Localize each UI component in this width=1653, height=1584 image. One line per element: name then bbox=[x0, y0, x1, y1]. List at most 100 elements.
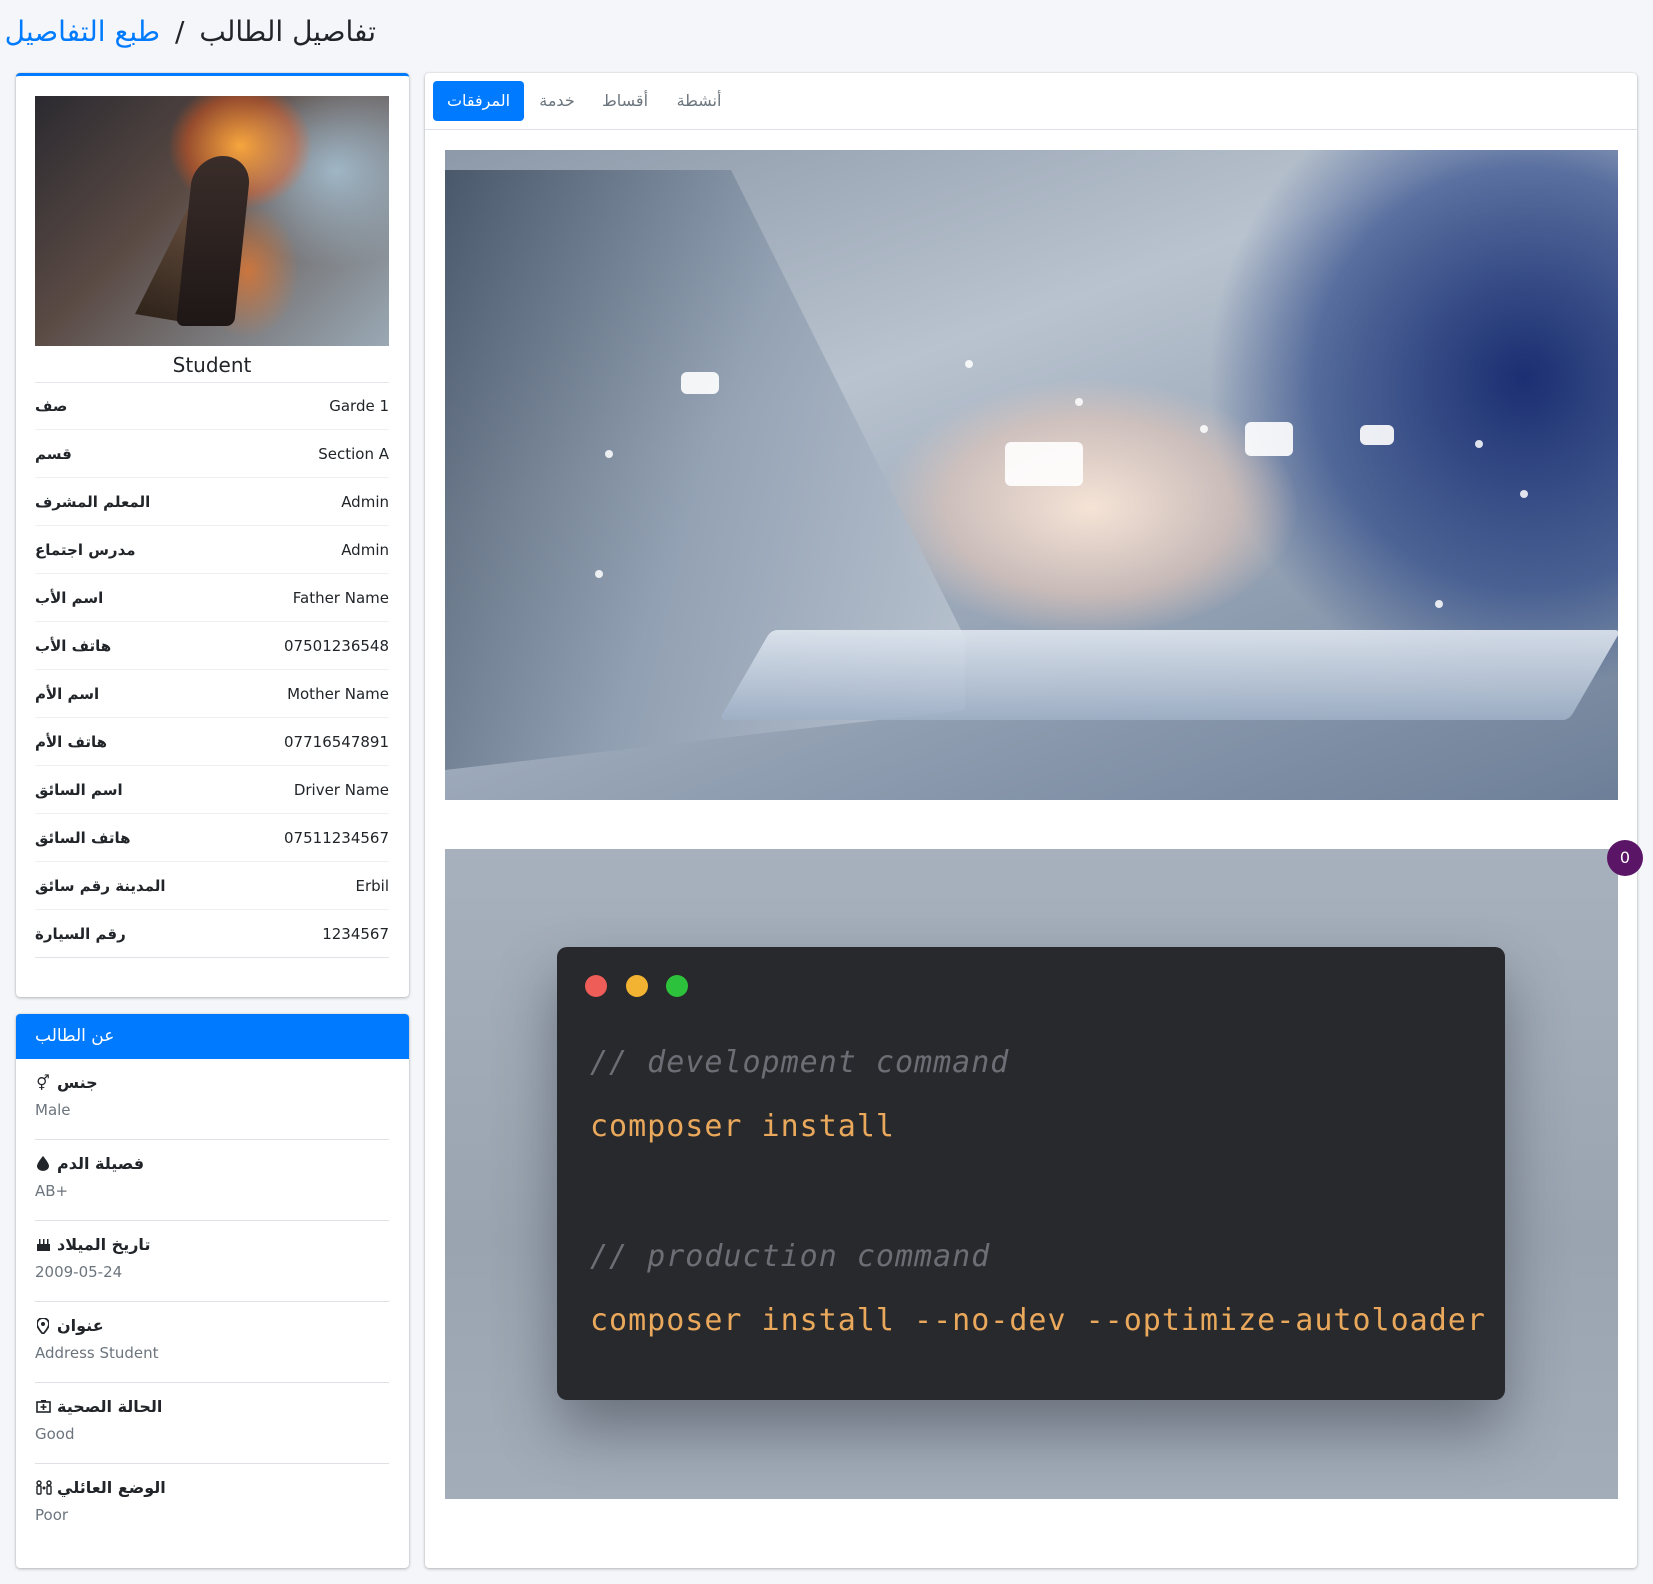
image-sparkle bbox=[595, 570, 603, 578]
medical-kit-icon bbox=[35, 1399, 51, 1415]
info-label: اسم الأم bbox=[35, 685, 100, 703]
info-value: Father Name bbox=[292, 589, 389, 607]
about-item-address: عنوان Address Student bbox=[35, 1302, 389, 1383]
profile-card: Student صف Garde 1 قسم Section A المعلم … bbox=[16, 73, 409, 997]
close-dot-icon bbox=[585, 975, 607, 997]
image-sparkle bbox=[1435, 600, 1443, 608]
about-label: جنس bbox=[57, 1073, 98, 1092]
image-sparkle bbox=[1200, 425, 1208, 433]
about-label: تاريخ الميلاد bbox=[57, 1235, 151, 1254]
info-row-supervisor: المعلم المشرف Admin bbox=[35, 478, 389, 526]
info-label: مدرس اجتماع bbox=[35, 541, 136, 559]
image-sparkle bbox=[605, 450, 613, 458]
maximize-dot-icon bbox=[666, 975, 688, 997]
info-row-father-phone: هاتف الأب 07501236548 bbox=[35, 622, 389, 670]
about-value: Poor bbox=[35, 1506, 69, 1524]
code-line: // production command bbox=[590, 1239, 991, 1274]
tab-attachments[interactable]: المرفقات bbox=[433, 81, 524, 121]
tab-activities[interactable]: أنشطة bbox=[669, 81, 729, 121]
attachments-card: المرفقات خدمة أقساط أنشطة // development… bbox=[425, 73, 1637, 1568]
info-value: 07511234567 bbox=[284, 829, 389, 847]
image-sparkle bbox=[1075, 398, 1083, 406]
student-photo bbox=[35, 96, 389, 346]
tab-service[interactable]: خدمة bbox=[532, 81, 582, 121]
info-row-driver-phone: هاتف السائق 07511234567 bbox=[35, 814, 389, 862]
code-terminal-window: // development command composer install … bbox=[557, 947, 1505, 1400]
about-value: 2009-05-24 bbox=[35, 1263, 123, 1281]
about-label: فصيلة الدم bbox=[57, 1154, 145, 1173]
info-value: Admin bbox=[341, 493, 389, 511]
info-label: هاتف الأب bbox=[35, 637, 112, 655]
tab-installments[interactable]: أقساط bbox=[595, 81, 655, 121]
about-label: الحالة الصحية bbox=[57, 1397, 163, 1416]
about-item-family-status: الوضع العائلي Poor bbox=[35, 1464, 389, 1545]
print-details-link[interactable]: طبع التفاصيل bbox=[5, 15, 160, 48]
about-label: الوضع العائلي bbox=[57, 1478, 166, 1497]
image-chat-bubble bbox=[681, 372, 719, 394]
code-line: // development command bbox=[590, 1045, 1010, 1080]
tab-bar: المرفقات خدمة أقساط أنشطة bbox=[425, 73, 1637, 130]
page-title: تفاصيل الطالب / طبع التفاصيل bbox=[5, 10, 376, 54]
image-laptop-keyboard bbox=[719, 630, 1618, 720]
about-item-birthdate: تاريخ الميلاد 2009-05-24 bbox=[35, 1221, 389, 1302]
info-label: صف bbox=[35, 397, 68, 415]
info-value: Admin bbox=[341, 541, 389, 559]
info-row-driver-name: اسم السائق Driver Name bbox=[35, 766, 389, 814]
code-line: composer install bbox=[590, 1109, 895, 1144]
breadcrumb-separator: / bbox=[175, 15, 185, 48]
info-label: اسم السائق bbox=[35, 781, 123, 799]
image-sparkle bbox=[1475, 440, 1483, 448]
about-item-gender: ⚥ جنس Male bbox=[35, 1059, 389, 1140]
image-chat-bubble bbox=[1245, 422, 1293, 456]
info-row-mother-phone: هاتف الأم 07716547891 bbox=[35, 718, 389, 766]
notification-badge[interactable]: 0 bbox=[1607, 840, 1643, 876]
map-pin-icon bbox=[35, 1316, 51, 1335]
info-value: 07501236548 bbox=[284, 637, 389, 655]
gender-icon: ⚥ bbox=[36, 1073, 50, 1092]
info-label: المعلم المشرف bbox=[35, 493, 151, 511]
about-card-title: عن الطالب bbox=[16, 1014, 409, 1059]
student-name: Student bbox=[35, 348, 389, 383]
info-row-city: المدينة رقم سائق Erbil bbox=[35, 862, 389, 910]
code-line: composer install --no-dev --optimize-aut… bbox=[590, 1303, 1486, 1338]
info-row-father-name: اسم الأب Father Name bbox=[35, 574, 389, 622]
about-value: Good bbox=[35, 1425, 75, 1443]
about-item-blood-type: فصيلة الدم AB+ bbox=[35, 1140, 389, 1221]
about-value: Male bbox=[35, 1101, 71, 1119]
about-value: Address Student bbox=[35, 1344, 159, 1362]
info-value: Garde 1 bbox=[329, 397, 389, 415]
page-heading: تفاصيل الطالب bbox=[199, 15, 376, 48]
info-value: 1234567 bbox=[322, 925, 389, 943]
info-label: قسم bbox=[35, 445, 72, 463]
photo-figure-shape bbox=[176, 156, 252, 326]
info-label: اسم الأب bbox=[35, 589, 104, 607]
info-value: Section A bbox=[318, 445, 389, 463]
info-row-car-number: رقم السيارة 1234567 bbox=[35, 910, 389, 958]
info-value: Driver Name bbox=[293, 781, 389, 799]
image-chat-bubble bbox=[1005, 442, 1083, 486]
about-student-card: عن الطالب ⚥ جنس Male فصيلة الدم AB+ تاري… bbox=[16, 1014, 409, 1568]
info-value: Mother Name bbox=[287, 685, 389, 703]
info-value: Erbil bbox=[355, 877, 389, 895]
image-sparkle bbox=[1520, 490, 1528, 498]
info-row-grade: صف Garde 1 bbox=[35, 382, 389, 430]
about-value: AB+ bbox=[35, 1182, 69, 1200]
attachment-image-code[interactable]: // development command composer install … bbox=[445, 849, 1618, 1499]
info-row-social-teacher: مدرس اجتماع Admin bbox=[35, 526, 389, 574]
info-row-mother-name: اسم الأم Mother Name bbox=[35, 670, 389, 718]
about-item-health: الحالة الصحية Good bbox=[35, 1383, 389, 1464]
about-label: عنوان bbox=[57, 1316, 104, 1335]
info-label: هاتف الأم bbox=[35, 733, 108, 751]
attachment-image-laptop[interactable] bbox=[445, 150, 1618, 800]
info-label: المدينة رقم سائق bbox=[35, 877, 166, 895]
info-label: رقم السيارة bbox=[35, 925, 126, 943]
minimize-dot-icon bbox=[626, 975, 648, 997]
family-icon bbox=[35, 1479, 52, 1496]
blood-drop-icon bbox=[35, 1155, 51, 1172]
image-sparkle bbox=[965, 360, 973, 368]
info-row-section: قسم Section A bbox=[35, 430, 389, 478]
birthday-cake-icon bbox=[35, 1237, 51, 1253]
info-label: هاتف السائق bbox=[35, 829, 131, 847]
image-chat-bubble bbox=[1360, 425, 1394, 445]
info-value: 07716547891 bbox=[284, 733, 389, 751]
